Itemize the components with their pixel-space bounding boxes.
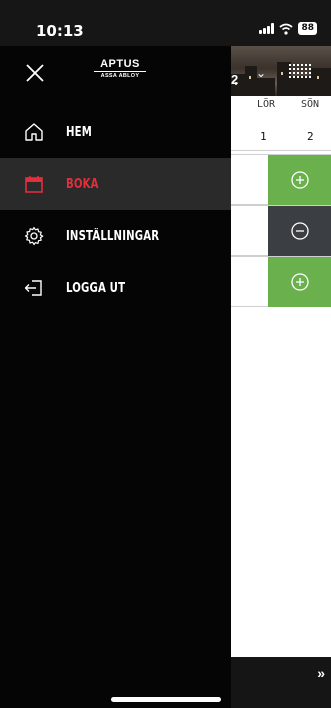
book-slot-button[interactable]: [268, 257, 331, 307]
day-name: SÖN: [301, 99, 320, 110]
home-indicator[interactable]: [111, 697, 221, 702]
booking-calendar: 2 ⌄ LÖR SÖN 1 2 »: [231, 46, 331, 708]
battery-icon: 88: [298, 22, 317, 35]
status-bar: 10:13 88: [0, 0, 331, 46]
calendar-footer: »: [231, 657, 331, 708]
logo-sub: ASSA ABLOY: [100, 73, 140, 79]
close-icon[interactable]: [24, 62, 46, 84]
calendar-header: 2 ⌄: [231, 46, 331, 96]
logout-icon: [24, 280, 42, 296]
menu-item-hem[interactable]: HEM: [0, 106, 231, 158]
slot-row: [231, 154, 331, 205]
drawer-menu: HEM BOKA INSTÄLLNINGAR LOGGA UT: [0, 106, 231, 314]
status-icons: 88: [259, 22, 317, 35]
menu-label: BOKA: [66, 176, 99, 192]
plus-circle-icon: [290, 171, 309, 189]
gear-icon: [24, 226, 44, 246]
plus-circle-icon: [290, 273, 309, 291]
calendar-icon: [25, 176, 43, 193]
menu-label: HEM: [66, 124, 92, 140]
aptus-logo: APTUS ASSA ABLOY: [90, 58, 150, 79]
book-slot-button[interactable]: [268, 155, 331, 205]
day-header: LÖR SÖN: [231, 96, 331, 114]
cancel-slot-button[interactable]: [268, 206, 331, 256]
grid-view-icon[interactable]: [289, 62, 311, 86]
chevron-down-icon[interactable]: ⌄: [256, 66, 266, 80]
slot-row: [231, 256, 331, 307]
logo-brand: APTUS: [100, 58, 140, 70]
menu-item-installningar[interactable]: INSTÄLLNINGAR: [0, 210, 231, 262]
menu-label: INSTÄLLNINGAR: [66, 228, 160, 244]
year-label: 2: [231, 72, 239, 87]
menu-item-logga-ut[interactable]: LOGGA UT: [0, 262, 231, 314]
slot-rows: [231, 154, 331, 307]
minus-circle-icon: [290, 222, 309, 240]
menu-label: LOGGA UT: [66, 280, 126, 296]
menu-item-boka[interactable]: BOKA: [0, 158, 231, 210]
next-week-button[interactable]: »: [317, 665, 325, 681]
wifi-icon: [279, 23, 294, 35]
slot-row: [231, 205, 331, 256]
home-icon: [25, 123, 43, 141]
day-number: 2: [307, 130, 314, 143]
signal-icon: [259, 23, 275, 34]
day-name: LÖR: [257, 99, 276, 110]
drawer-header: APTUS ASSA ABLOY: [0, 46, 231, 106]
status-time: 10:13: [36, 22, 84, 40]
day-number: 1: [260, 130, 267, 143]
navigation-drawer: APTUS ASSA ABLOY HEM BOKA INSTÄLLNINGAR …: [0, 46, 231, 708]
